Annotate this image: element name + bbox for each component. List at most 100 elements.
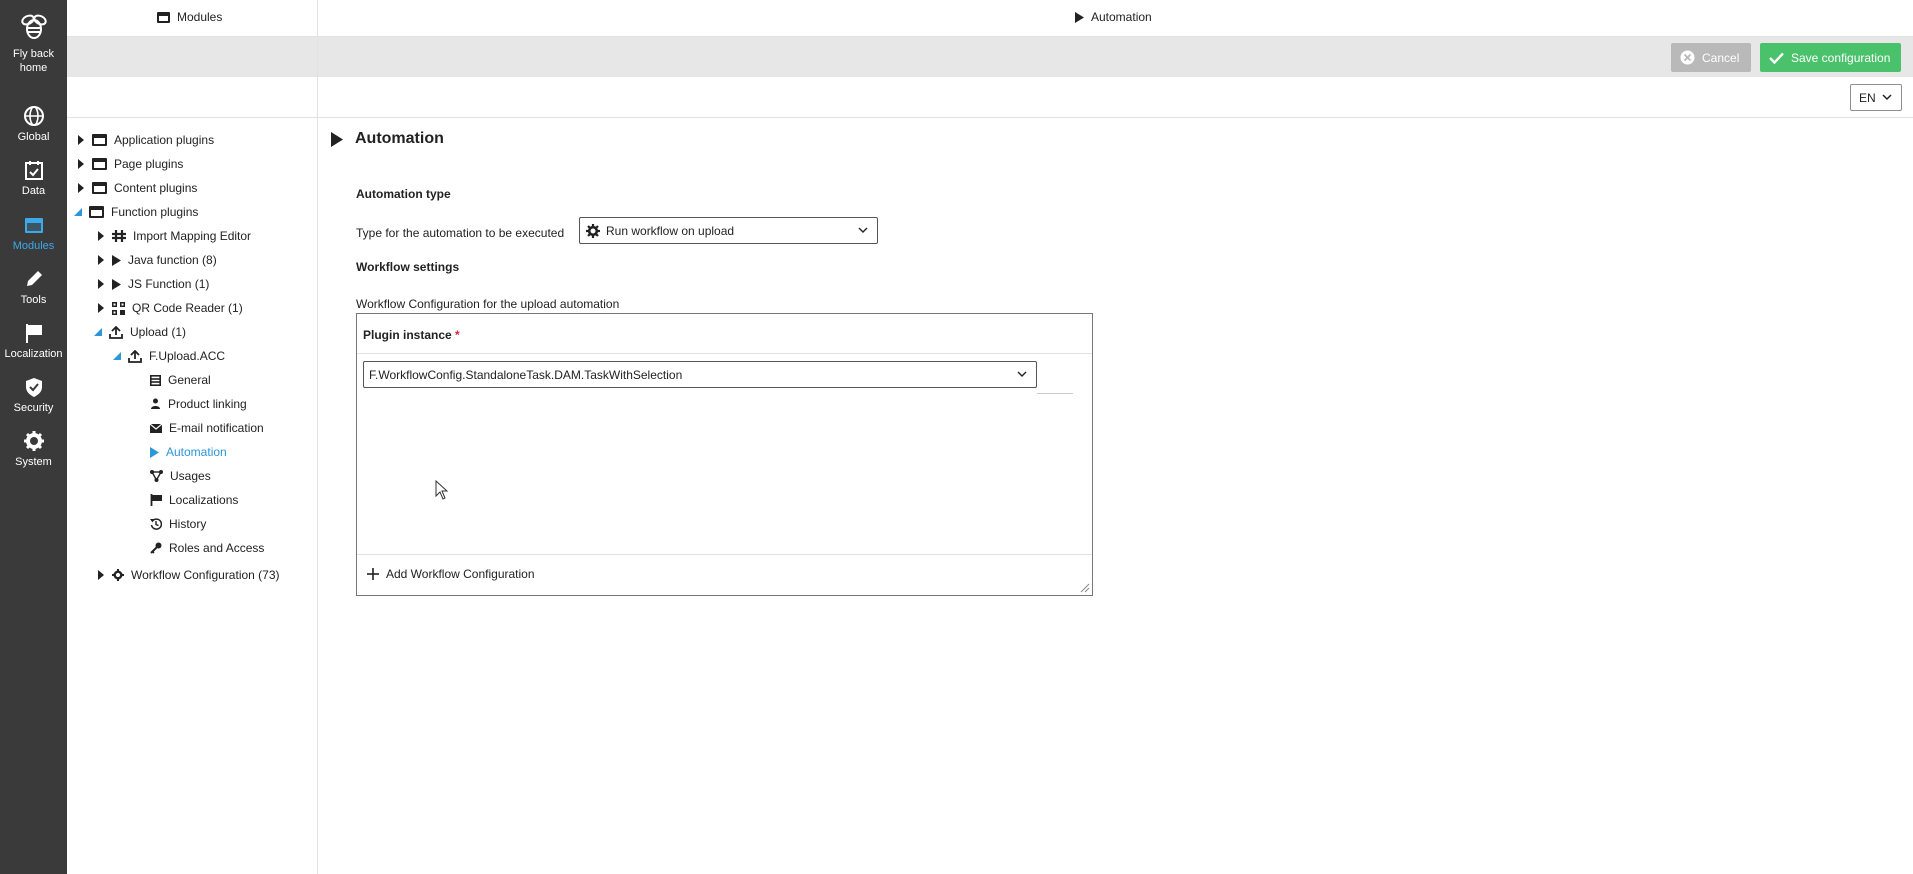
caret-expanded-icon bbox=[94, 328, 102, 336]
qr-code-icon bbox=[112, 301, 125, 315]
rail-item-security[interactable]: Security bbox=[0, 376, 67, 415]
rail-item-localization[interactable]: Localization bbox=[0, 322, 67, 361]
checkmark-icon bbox=[1769, 52, 1784, 64]
module-icon bbox=[89, 206, 104, 218]
plugin-instance-label: Plugin instance * bbox=[363, 328, 460, 342]
tree-item-f-upload-acc[interactable]: F.Upload.ACC bbox=[113, 346, 225, 366]
play-icon bbox=[331, 131, 343, 147]
history-icon bbox=[150, 518, 162, 530]
tree-item-label: Content plugins bbox=[114, 181, 198, 195]
chevron-down-icon bbox=[1882, 94, 1892, 101]
required-mark: * bbox=[455, 328, 460, 342]
tree-item-application-plugins[interactable]: Application plugins bbox=[77, 130, 214, 150]
upload-icon bbox=[128, 349, 142, 363]
add-workflow-configuration-button[interactable]: Add Workflow Configuration bbox=[367, 567, 535, 581]
gear-icon bbox=[112, 569, 124, 581]
hash-icon bbox=[112, 230, 126, 242]
plugin-instance-select[interactable]: F.WorkflowConfig.StandaloneTask.DAM.Task… bbox=[363, 361, 1037, 388]
shield-icon bbox=[25, 378, 42, 397]
resize-grip-icon[interactable] bbox=[1078, 581, 1090, 593]
cancel-button[interactable]: Cancel bbox=[1671, 43, 1751, 72]
rail-item-system[interactable]: System bbox=[0, 430, 67, 469]
tree-item-workflow-configuration[interactable]: Workflow Configuration (73) bbox=[97, 565, 280, 585]
type-field-label: Type for the automation to be executed bbox=[356, 226, 565, 240]
rail-item-tools[interactable]: Tools bbox=[0, 268, 67, 307]
tree-item-label: Application plugins bbox=[114, 133, 215, 147]
language-select[interactable]: EN bbox=[1850, 84, 1902, 111]
tree-item-upload[interactable]: Upload (1) bbox=[94, 322, 186, 342]
tree-item-label: Page plugins bbox=[114, 157, 184, 171]
automation-type-value: Run workflow on upload bbox=[606, 223, 735, 238]
tree-item-label: Import Mapping Editor bbox=[133, 229, 252, 243]
caret-right-icon bbox=[77, 159, 85, 169]
save-configuration-button[interactable]: Save configuration bbox=[1760, 43, 1901, 72]
top-bar: Modules Automation bbox=[67, 0, 1913, 37]
chevron-down-icon bbox=[858, 227, 868, 233]
app-rail: Fly back home Global Data Modules Tools … bbox=[0, 0, 67, 874]
play-icon bbox=[1075, 11, 1084, 23]
rail-item-label: System bbox=[15, 456, 52, 468]
caret-right-icon bbox=[97, 231, 105, 241]
language-bar bbox=[67, 77, 1913, 118]
fly-back-home-button[interactable]: Fly back home bbox=[0, 10, 67, 75]
module-icon bbox=[92, 134, 107, 146]
cancel-circle-icon bbox=[1680, 50, 1695, 65]
play-icon bbox=[150, 446, 159, 458]
tree-item-label: Roles and Access bbox=[169, 541, 265, 555]
rail-item-label: Security bbox=[13, 402, 54, 414]
tree-item-label: F.Upload.ACC bbox=[149, 349, 226, 363]
workflow-settings-heading: Workflow settings bbox=[356, 260, 460, 274]
tree-item-history[interactable]: History bbox=[150, 514, 206, 534]
home-label-2: home bbox=[19, 62, 48, 74]
caret-right-icon bbox=[77, 135, 85, 145]
tree-item-roles-and-access[interactable]: Roles and Access bbox=[150, 538, 264, 558]
select-row-divider bbox=[1037, 393, 1073, 394]
tree-item-localizations[interactable]: Localizations bbox=[150, 490, 238, 510]
tree-item-usages[interactable]: Usages bbox=[150, 466, 211, 486]
tree-item-label: Upload (1) bbox=[130, 325, 187, 339]
tree-item-email-notification[interactable]: E-mail notification bbox=[150, 418, 264, 438]
share-nodes-icon bbox=[150, 470, 163, 482]
caret-expanded-icon bbox=[74, 208, 82, 216]
save-label: Save configuration bbox=[1791, 50, 1891, 65]
rail-item-data[interactable]: Data bbox=[0, 159, 67, 198]
home-label-1: Fly back bbox=[13, 48, 54, 60]
tree-item-label: E-mail notification bbox=[169, 421, 264, 435]
tree-item-java-function[interactable]: Java function (8) bbox=[97, 250, 217, 270]
rail-item-label: Modules bbox=[12, 240, 55, 252]
automation-panel-title: Automation bbox=[1075, 10, 1152, 24]
tree-item-content-plugins[interactable]: Content plugins bbox=[77, 178, 197, 198]
workflow-config-panel: Plugin instance * F.WorkflowConfig.Stand… bbox=[356, 313, 1093, 596]
play-icon bbox=[112, 278, 121, 290]
tree-item-function-plugins[interactable]: Function plugins bbox=[74, 202, 198, 222]
caret-right-icon bbox=[97, 279, 105, 289]
add-workflow-label: Add Workflow Configuration bbox=[386, 567, 535, 581]
rail-item-modules[interactable]: Modules bbox=[0, 214, 67, 253]
tree-item-general[interactable]: General bbox=[150, 370, 211, 390]
pencil-icon bbox=[26, 271, 42, 286]
tree-item-label: JS Function (1) bbox=[128, 277, 210, 291]
tree-item-js-function[interactable]: JS Function (1) bbox=[97, 274, 209, 294]
rail-item-global[interactable]: Global bbox=[0, 105, 67, 144]
tree-item-label: Java function (8) bbox=[128, 253, 217, 267]
data-icon bbox=[24, 161, 43, 180]
tree-item-import-mapping-editor[interactable]: Import Mapping Editor bbox=[97, 226, 251, 246]
rail-item-label: Localization bbox=[4, 348, 63, 360]
automation-type-heading: Automation type bbox=[356, 187, 451, 201]
automation-title-text: Automation bbox=[1091, 10, 1152, 24]
plus-icon bbox=[367, 568, 379, 580]
gear-icon bbox=[586, 223, 600, 238]
tree-item-page-plugins[interactable]: Page plugins bbox=[77, 154, 183, 174]
tree-item-product-linking[interactable]: Product linking bbox=[150, 394, 247, 414]
rail-item-label: Data bbox=[21, 185, 46, 197]
tree-item-automation[interactable]: Automation bbox=[150, 442, 227, 462]
rail-item-label: Global bbox=[17, 131, 50, 143]
plugin-instance-value: F.WorkflowConfig.StandaloneTask.DAM.Task… bbox=[369, 367, 683, 382]
caret-right-icon bbox=[97, 303, 105, 313]
bee-logo-icon bbox=[20, 14, 47, 39]
tree-item-qr-code-reader[interactable]: QR Code Reader (1) bbox=[97, 298, 243, 318]
action-bar bbox=[67, 37, 1913, 77]
automation-type-select[interactable]: Run workflow on upload bbox=[579, 217, 878, 244]
panel-divider bbox=[317, 0, 318, 874]
tree-item-label: Usages bbox=[170, 469, 211, 483]
